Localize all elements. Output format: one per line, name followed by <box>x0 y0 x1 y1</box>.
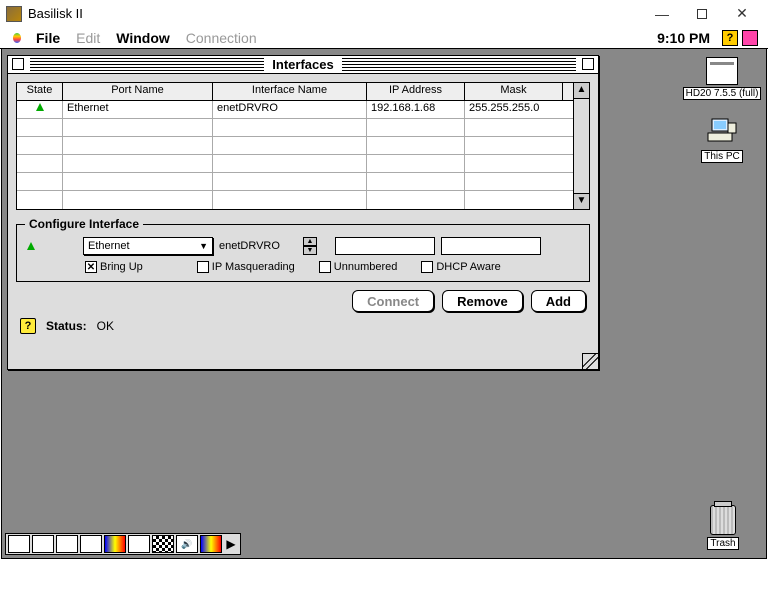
status-row: ? Status: OK <box>16 318 590 334</box>
ip-input[interactable] <box>335 237 435 255</box>
dock-item-2[interactable] <box>32 535 54 553</box>
desktop-icon-hd-label: HD20 7.5.5 (full) <box>683 87 762 100</box>
dock-item-1[interactable] <box>8 535 30 553</box>
dock-item-4[interactable] <box>80 535 102 553</box>
desktop-icon-trash[interactable]: Trash <box>698 505 748 550</box>
table-row[interactable] <box>17 137 573 155</box>
table-row[interactable]: Ethernet enetDRVRO 192.168.1.68 255.255.… <box>17 101 573 119</box>
status-label: Status: <box>46 319 87 333</box>
dhcp-aware-checkbox[interactable]: DHCP Aware <box>421 261 500 273</box>
cell-iface: enetDRVRO <box>213 101 367 118</box>
dock-item-5[interactable] <box>104 535 126 553</box>
col-state: State <box>17 83 63 100</box>
stepper-down[interactable]: ▼ <box>303 246 317 255</box>
interfaces-table: State Port Name Interface Name IP Addres… <box>16 82 590 210</box>
dock-item-6[interactable] <box>128 535 150 553</box>
table-row[interactable] <box>17 119 573 137</box>
host-titlebar: Basilisk II — ✕ <box>0 0 768 27</box>
connect-button[interactable]: Connect <box>352 290 434 312</box>
bring-up-checkbox[interactable]: ✕ Bring Up <box>85 261 143 273</box>
window-titlebar[interactable]: Interfaces <box>8 56 598 74</box>
help-icon[interactable]: ? <box>20 318 36 334</box>
menu-file[interactable]: File <box>36 30 60 46</box>
host-title: Basilisk II <box>28 6 83 21</box>
window-grow-handle[interactable] <box>582 353 598 369</box>
window-zoom-box[interactable] <box>582 58 594 70</box>
dock-item-3[interactable] <box>56 535 78 553</box>
trash-icon <box>710 505 736 535</box>
cell-ip: 192.168.1.68 <box>367 101 465 118</box>
control-strip[interactable]: 🔊 ▶ <box>5 533 241 555</box>
menubar-clock[interactable]: 9:10 PM <box>657 30 710 46</box>
maximize-button[interactable] <box>682 2 722 26</box>
ip-masq-checkbox[interactable]: IP Masquerading <box>197 261 295 273</box>
status-value: OK <box>97 319 114 333</box>
interfaces-window: Interfaces State Port Name Interface Nam… <box>7 55 599 370</box>
dock-item-sound[interactable]: 🔊 <box>176 535 198 553</box>
mask-input[interactable] <box>441 237 541 255</box>
scroll-down-arrow[interactable]: ▼ <box>574 193 589 209</box>
desktop-icon-pc-label: This PC <box>701 150 743 163</box>
iface-name-label: enetDRVRO <box>219 240 297 252</box>
cell-mask: 255.255.255.0 <box>465 101 563 118</box>
mac-desktop[interactable]: HD20 7.5.5 (full) This PC Trash 🔊 ▶ Inte… <box>1 49 767 559</box>
checkbox-icon <box>421 261 433 273</box>
dock-item-9[interactable] <box>200 535 222 553</box>
scroll-up-arrow[interactable]: ▲ <box>574 83 589 99</box>
unnumbered-checkbox[interactable]: Unnumbered <box>319 261 398 273</box>
minimize-button[interactable]: — <box>642 2 682 26</box>
desktop-icon-hd[interactable]: HD20 7.5.5 (full) <box>682 57 762 100</box>
col-iface: Interface Name <box>213 83 367 100</box>
port-combo[interactable]: Ethernet <box>83 237 213 255</box>
desktop-icon-trash-label: Trash <box>707 537 738 550</box>
checkbox-icon <box>197 261 209 273</box>
checkbox-icon <box>319 261 331 273</box>
add-button[interactable]: Add <box>531 290 586 312</box>
help-menu-icon[interactable]: ? <box>722 30 738 46</box>
scroll-track[interactable] <box>574 99 589 193</box>
mac-menubar: File Edit Window Connection 9:10 PM ? <box>0 27 768 49</box>
stepper[interactable]: ▲ ▼ <box>303 237 317 255</box>
up-arrow-icon <box>27 242 35 250</box>
checkbox-icon: ✕ <box>85 261 97 273</box>
menubar-extra-icon[interactable] <box>742 30 758 46</box>
up-arrow-icon <box>36 103 44 111</box>
col-ip: IP Address <box>367 83 465 100</box>
menu-edit: Edit <box>76 30 100 46</box>
stepper-up[interactable]: ▲ <box>303 237 317 246</box>
cell-state <box>17 101 63 118</box>
configure-groupbox: Configure Interface Ethernet enetDRVRO ▲… <box>16 224 590 282</box>
buttons-row: Connect Remove Add <box>16 290 590 312</box>
configure-legend: Configure Interface <box>25 217 143 231</box>
desktop-icon-pc[interactable]: This PC <box>692 117 752 163</box>
window-title: Interfaces <box>264 57 341 72</box>
col-mask: Mask <box>465 83 563 100</box>
table-row[interactable] <box>17 173 573 191</box>
dock-expand-arrow[interactable]: ▶ <box>224 535 238 553</box>
app-icon <box>6 6 22 22</box>
table-header-row: State Port Name Interface Name IP Addres… <box>17 83 573 101</box>
remove-button[interactable]: Remove <box>442 290 523 312</box>
table-scrollbar[interactable]: ▲ ▼ <box>573 83 589 209</box>
menu-connection: Connection <box>186 30 257 46</box>
cell-port: Ethernet <box>63 101 213 118</box>
dock-item-7[interactable] <box>152 535 174 553</box>
apple-menu-icon[interactable] <box>10 31 24 45</box>
close-button[interactable]: ✕ <box>722 2 762 26</box>
col-port: Port Name <box>63 83 213 100</box>
table-row[interactable] <box>17 155 573 173</box>
table-row[interactable] <box>17 191 573 209</box>
window-close-box[interactable] <box>12 58 24 70</box>
menu-window[interactable]: Window <box>116 30 170 46</box>
